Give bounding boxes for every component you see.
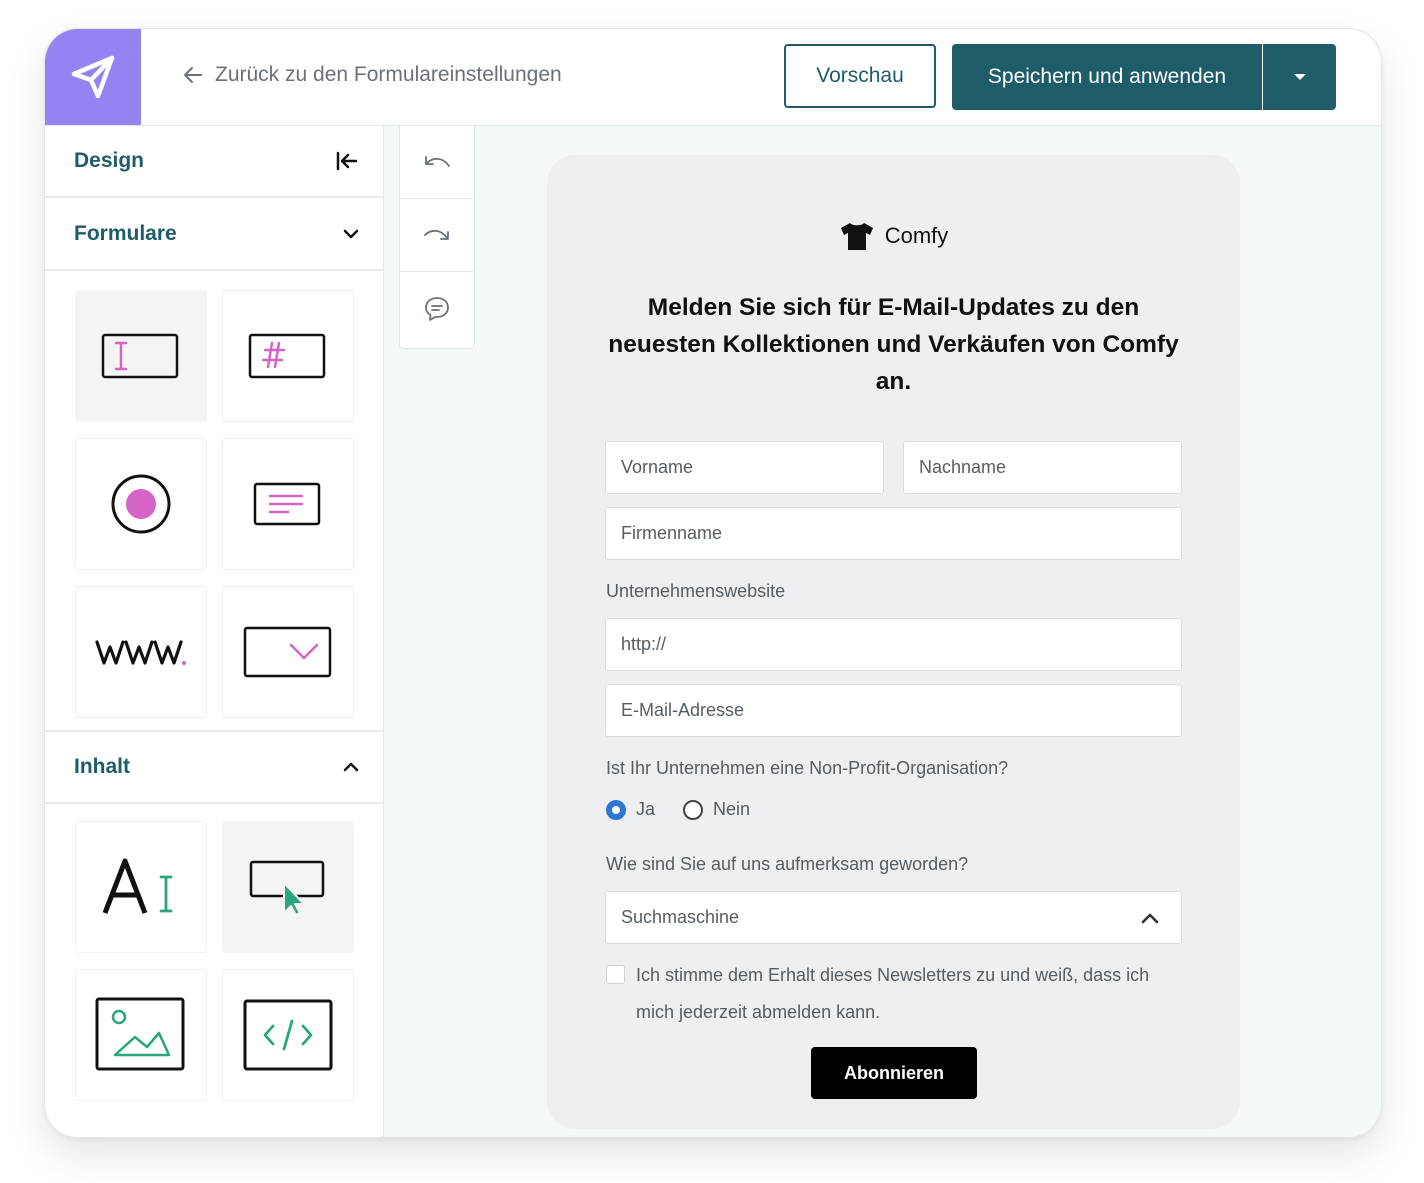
save-and-apply-button[interactable]: Speichern und anwenden (952, 44, 1262, 110)
editor-toolbar (399, 126, 475, 349)
collapse-sidebar-icon[interactable] (335, 151, 359, 171)
source-select[interactable]: Suchmaschine (605, 891, 1182, 944)
website-field[interactable]: http:// (605, 618, 1182, 671)
button-block-tile[interactable] (222, 821, 354, 953)
radio-selected[interactable] (606, 799, 626, 820)
url-field-tile[interactable] (75, 586, 207, 718)
image-block-tile[interactable] (75, 969, 207, 1101)
company-name-field[interactable]: Firmenname (605, 507, 1182, 560)
source-select-value: Suchmaschine (621, 907, 740, 927)
last-name-field[interactable]: Nachname (903, 441, 1182, 494)
www-icon (95, 640, 186, 665)
element-sidebar: Design Formulare Inhalt (45, 126, 384, 1137)
arrow-left-icon (184, 67, 202, 83)
undo-button[interactable] (400, 126, 474, 199)
text-area-icon (253, 482, 321, 526)
forms-label: Formulare (74, 222, 177, 245)
radio-button-tile[interactable] (75, 438, 207, 570)
app-logo[interactable] (45, 29, 141, 125)
button-cursor-icon (249, 860, 325, 916)
html-block-tile[interactable] (222, 969, 354, 1101)
consent-text: Ich stimme dem Erhalt dieses Newsletters… (636, 965, 1150, 1022)
paper-plane-icon (71, 55, 115, 99)
tshirt-icon (840, 223, 873, 250)
preview-button[interactable]: Vorschau (784, 44, 936, 108)
form-title: Melden Sie sich für E-Mail-Updates zu de… (608, 294, 1179, 395)
dropdown-field-tile[interactable] (222, 586, 354, 718)
undo-icon (425, 156, 450, 167)
content-label: Inhalt (74, 755, 130, 778)
first-name-field[interactable]: Vorname (605, 441, 884, 494)
nonprofit-question: Ist Ihr Unternehmen eine Non-Profit-Orga… (606, 758, 1009, 778)
radio-yes-label: Ja (636, 799, 656, 819)
redo-button[interactable] (400, 199, 474, 272)
text-area-tile[interactable] (222, 438, 354, 570)
subscribe-button[interactable]: Abonnieren (811, 1047, 977, 1099)
number-field-tile[interactable] (222, 290, 354, 422)
back-link-label: Zurück zu den Formulareinstellungen (215, 63, 562, 86)
forms-section-header[interactable]: Formulare (45, 199, 383, 271)
code-icon (243, 999, 333, 1071)
comments-button[interactable] (400, 272, 474, 345)
top-header: Zurück zu den Formulareinstellungen Vors… (45, 29, 1381, 126)
app-window: Zurück zu den Formulareinstellungen Vors… (44, 28, 1382, 1138)
radio-button-icon (111, 474, 171, 534)
back-to-form-settings-link[interactable]: Zurück zu den Formulareinstellungen (183, 63, 562, 87)
website-label: Unternehmenswebsite (606, 581, 786, 601)
text-input-field-tile[interactable] (75, 290, 207, 422)
dropdown-icon (243, 626, 332, 678)
radio-no-label: Nein (713, 799, 751, 819)
image-icon (95, 997, 185, 1071)
signup-form-preview: Comfy Melden Sie sich für E-Mail-Updates… (547, 155, 1240, 1129)
radio-option-no[interactable]: Nein (683, 799, 750, 820)
number-input-icon (248, 333, 326, 379)
text-block-tile[interactable] (75, 821, 207, 953)
text-block-icon (102, 858, 173, 914)
chevron-down-icon (343, 229, 359, 239)
radio-option-yes[interactable]: Ja (606, 799, 655, 820)
redo-icon (424, 229, 449, 240)
source-question: Wie sind Sie auf uns aufmerksam geworden… (606, 854, 969, 874)
caret-down-icon (1293, 74, 1306, 80)
content-section-header[interactable]: Inhalt (45, 730, 383, 804)
text-input-icon (101, 333, 179, 379)
chevron-up-icon (343, 762, 359, 772)
save-options-dropdown-button[interactable] (1263, 44, 1336, 110)
brand-header: Comfy (547, 221, 1240, 251)
nonprofit-radio-group: Ja Nein (606, 799, 778, 820)
chevron-up-icon (1141, 913, 1159, 924)
radio-unselected[interactable] (683, 799, 704, 820)
brand-name: Comfy (884, 223, 949, 248)
design-section-header[interactable]: Design (45, 126, 383, 198)
comment-icon (425, 296, 449, 321)
design-label: Design (74, 149, 145, 172)
email-field[interactable]: E-Mail-Adresse (605, 684, 1182, 737)
consent-checkbox[interactable] (606, 965, 625, 984)
